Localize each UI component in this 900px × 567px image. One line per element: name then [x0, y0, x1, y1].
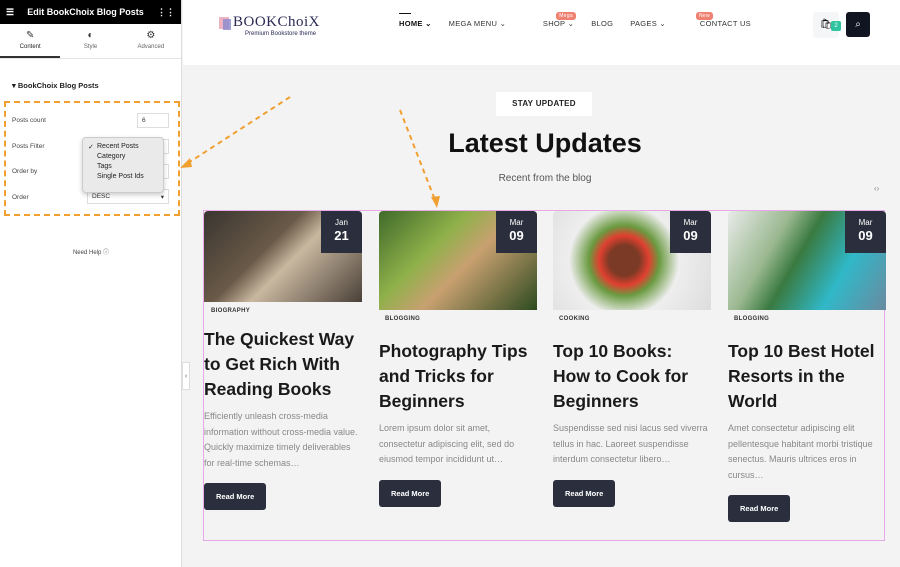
post-card: Mar 09 BLOGGING Photography Tips and Tric… [379, 211, 537, 507]
post-card: Mar 09 COOKING Top 10 Books: How to Cook … [553, 211, 711, 507]
read-more-button[interactable]: Read More [728, 495, 791, 522]
section-title: Latest Updates [448, 128, 642, 158]
date-day: 09 [509, 228, 524, 243]
nav-pages[interactable]: PAGES ⌄New [630, 12, 713, 28]
post-image[interactable]: Mar 09 [553, 211, 711, 310]
post-date: Mar 09 [845, 211, 886, 253]
post-image[interactable]: Mar 09 [728, 211, 886, 310]
post-excerpt: Amet consectetur adipiscing elit pellent… [728, 423, 873, 480]
post-excerpt: Efficiently unleash cross-media informat… [204, 411, 358, 468]
cart-count: 2 [831, 21, 841, 31]
post-card: Mar 09 BLOGGING Top 10 Best Hotel Resorts… [728, 211, 886, 522]
post-title[interactable]: Top 10 Books: How to Cook for Beginners [553, 339, 711, 414]
read-more-button[interactable]: Read More [553, 479, 616, 507]
date-day: 09 [683, 228, 698, 243]
logo-tagline: Premium Bookstore theme [245, 31, 317, 37]
date-day: 09 [858, 228, 873, 243]
logo-text: BOOKChoiX [233, 14, 321, 30]
nav-label: SHOP [542, 19, 566, 28]
post-category[interactable]: BLOGGING [385, 316, 537, 322]
date-month: Mar [683, 218, 698, 227]
site-header: BOOKChoiX Premium Bookstore theme HOME ⌄… [183, 0, 900, 65]
post-title[interactable]: Photography Tips and Tricks for Beginner… [379, 339, 537, 414]
date-month: Jan [335, 218, 348, 227]
post-image[interactable]: Mar 09 [379, 211, 537, 310]
site-logo[interactable]: BOOKChoiX Premium Bookstore theme [219, 14, 320, 37]
carousel-arrows[interactable]: ‹› [874, 184, 879, 193]
date-month: Mar [509, 218, 524, 227]
post-image[interactable]: Jan 21 [204, 211, 362, 302]
post-category[interactable]: COOKING [559, 316, 711, 322]
search-icon: ⌕ [855, 19, 861, 30]
post-date: Jan 21 [321, 211, 362, 253]
post-category[interactable]: BLOGGING [734, 316, 886, 322]
nav-shop[interactable]: SHOP ⌄ [543, 19, 574, 28]
post-title[interactable]: The Quickest Way to Get Rich With Readin… [204, 327, 362, 402]
nav-blog[interactable]: BLOG [591, 19, 613, 28]
post-excerpt: Suspendisse sed nisi lacus sed viverra t… [553, 423, 708, 464]
post-date: Mar 09 [496, 211, 537, 253]
section-subtitle: Recent from the blog [498, 173, 592, 184]
nav-label: HOME [399, 19, 423, 28]
post-date: Mar 09 [670, 211, 711, 253]
read-more-button[interactable]: Read More [204, 483, 267, 510]
nav-contact-us[interactable]: CONTACT US [700, 19, 751, 28]
nav-home[interactable]: HOME ⌄ [399, 13, 432, 28]
read-more-button[interactable]: Read More [379, 479, 442, 507]
nav-label: MEGA MENU [448, 19, 498, 28]
post-card: Jan 21 BIOGRAPHY The Quickest Way to Get … [204, 211, 362, 510]
section-eyebrow: STAY UPDATED [496, 92, 592, 116]
date-month: Mar [858, 218, 873, 227]
main-nav: HOME ⌄ MEGA MENU ⌄Mega SHOP ⌄ BLOG PAGES… [399, 12, 751, 28]
nav-mega-menu[interactable]: MEGA MENU ⌄Mega [448, 12, 576, 28]
date-day: 21 [334, 228, 349, 243]
search-button[interactable]: ⌕ [846, 12, 870, 37]
post-excerpt: Lorem ipsum dolor sit amet, consectetur … [379, 423, 515, 464]
post-category[interactable]: BIOGRAPHY [211, 308, 362, 314]
nav-label: PAGES [630, 19, 658, 28]
post-title[interactable]: Top 10 Best Hotel Resorts in the World [728, 339, 886, 414]
cart-button[interactable]: 🛍 2 [813, 12, 841, 38]
